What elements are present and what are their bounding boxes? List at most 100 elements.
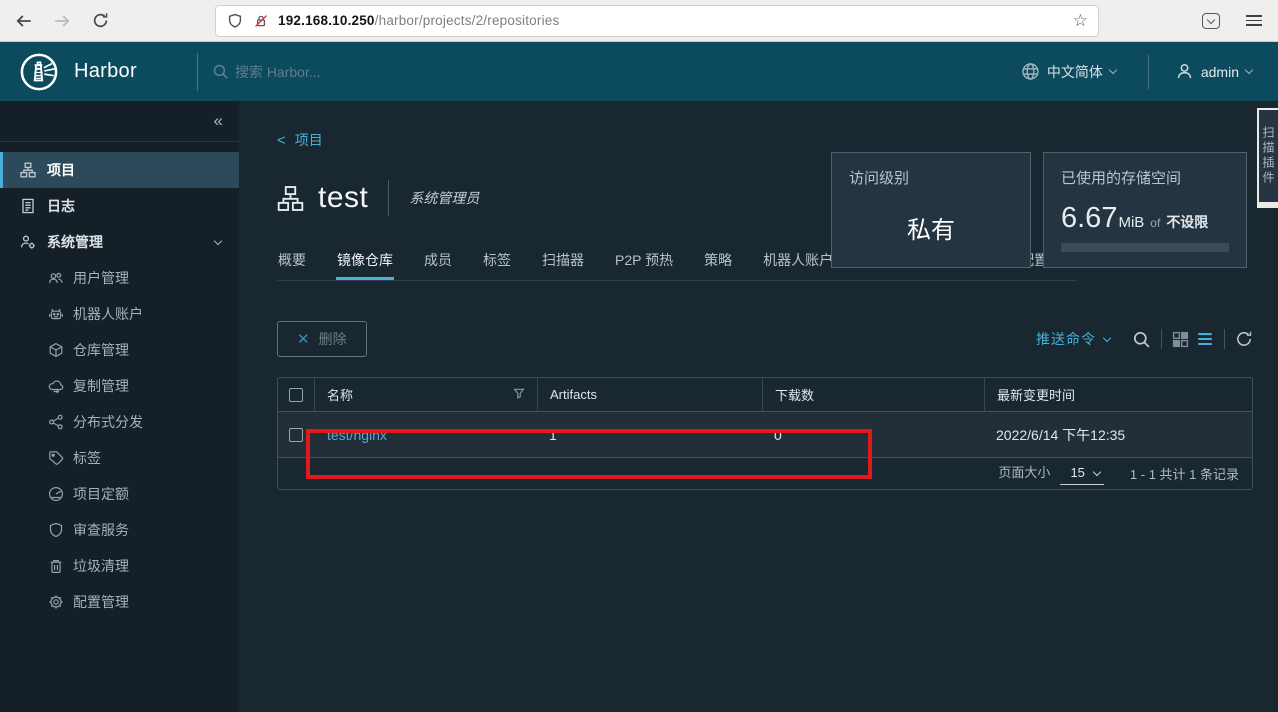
toolbar-divider [1161, 329, 1162, 349]
logs-icon [20, 198, 36, 214]
tab-repositories[interactable]: 镜像仓库 [336, 250, 394, 280]
refresh-icon[interactable] [1235, 330, 1253, 348]
browser-reload-icon[interactable] [90, 11, 110, 31]
sidebar-item-replications[interactable]: 复制管理 [0, 368, 239, 404]
tab-labels[interactable]: 标签 [482, 250, 512, 280]
browser-menu-icon[interactable] [1246, 15, 1262, 26]
sidebar-item-label: 机器人账户 [73, 304, 143, 324]
registry-cube-icon [48, 342, 64, 358]
sidebar-item-projects[interactable]: 项目 [0, 152, 239, 188]
sidebar-item-garbage-collection[interactable]: 垃圾清理 [0, 548, 239, 584]
breadcrumb-link-projects[interactable]: 项目 [295, 130, 323, 150]
table-footer: 页面大小 15 1 - 1 共计 1 条记录 [278, 458, 1252, 489]
browser-address-bar[interactable]: 192.168.10.250/harbor/projects/2/reposit… [215, 5, 1099, 37]
push-command-dropdown[interactable]: 推送命令 [1036, 329, 1110, 349]
tracking-protection-shield-icon[interactable] [226, 12, 244, 30]
updated-time: 2022/6/14 下午12:35 [996, 427, 1125, 443]
tab-policy[interactable]: 策略 [703, 250, 733, 280]
sidebar-item-label: 配置管理 [73, 592, 129, 612]
browser-forward-icon[interactable] [52, 11, 72, 31]
user-menu[interactable]: admin [1175, 62, 1252, 81]
card-view-icon[interactable] [1172, 331, 1189, 348]
sidebar-item-users[interactable]: 用户管理 [0, 260, 239, 296]
replication-cloud-icon [48, 378, 64, 394]
table-header-row: 名称 Artifacts 下载数 最新变更时间 [278, 378, 1252, 412]
sidebar-item-registries[interactable]: 仓库管理 [0, 332, 239, 368]
sidebar-item-label: 项目 [47, 160, 75, 180]
tab-summary[interactable]: 概要 [277, 250, 307, 280]
column-header-name[interactable]: 名称 [327, 385, 353, 404]
filter-funnel-icon[interactable] [513, 387, 525, 402]
title-divider [388, 180, 389, 216]
sidebar-item-robot-accounts[interactable]: 机器人账户 [0, 296, 239, 332]
search-icon [212, 63, 229, 80]
robot-icon [48, 306, 64, 322]
main-content: < 项目 test 系统管理员 访问级别 私有 已使用的存储空间 6.67 Mi… [239, 101, 1278, 712]
tab-p2p-preheat[interactable]: P2P 预热 [614, 250, 674, 280]
page-size-value: 15 [1070, 465, 1084, 480]
repositories-table: 名称 Artifacts 下载数 最新变更时间 test/nginx 1 0 2… [277, 377, 1253, 490]
access-level-value: 私有 [849, 210, 1013, 245]
breadcrumb[interactable]: < 项目 [277, 130, 323, 150]
select-all-checkbox[interactable] [289, 388, 303, 402]
extension-edge-tab[interactable]: 扫描插件 [1257, 108, 1278, 208]
user-icon [1175, 62, 1194, 81]
bookmark-star-icon[interactable]: ☆ [1073, 12, 1088, 29]
storage-card: 已使用的存储空间 6.67 MiB of 不设限 [1043, 152, 1247, 268]
sidebar-item-label: 仓库管理 [73, 340, 129, 360]
header-divider [197, 53, 198, 91]
delete-button-label: 删除 [319, 329, 347, 349]
url-text: 192.168.10.250/harbor/projects/2/reposit… [278, 13, 559, 28]
sidebar-item-distributions[interactable]: 分布式分发 [0, 404, 239, 440]
harbor-brand[interactable]: Harbor [20, 53, 137, 91]
row-checkbox[interactable] [289, 428, 303, 442]
tab-robot-accounts[interactable]: 机器人账户 [762, 250, 834, 280]
filter-search-icon[interactable] [1132, 330, 1151, 349]
language-label: 中文简体 [1047, 62, 1103, 82]
pocket-icon[interactable] [1202, 13, 1220, 29]
chevron-down-icon [1245, 66, 1253, 74]
page-title: test [318, 181, 368, 215]
gear-icon [48, 594, 64, 610]
header-divider [1148, 55, 1149, 89]
breadcrumb-back-arrow: < [277, 132, 286, 149]
browser-toolbar: 192.168.10.250/harbor/projects/2/reposit… [0, 0, 1278, 42]
table-row[interactable]: test/nginx 1 0 2022/6/14 下午12:35 [278, 412, 1252, 458]
admin-user-gear-icon [20, 234, 36, 250]
sidebar-item-project-quotas[interactable]: 项目定额 [0, 476, 239, 512]
sidebar-collapse-icon[interactable]: « [214, 111, 223, 131]
sidebar-item-configuration[interactable]: 配置管理 [0, 584, 239, 620]
storage-unit: MiB [1118, 214, 1144, 231]
repository-link[interactable]: test/nginx [327, 427, 387, 443]
column-header-updated[interactable]: 最新变更时间 [997, 385, 1075, 404]
search-placeholder: 搜索 Harbor... [235, 62, 321, 82]
delete-button[interactable]: ✕ 删除 [277, 321, 367, 357]
sidebar-item-interrogation-services[interactable]: 审查服务 [0, 512, 239, 548]
close-x-icon: ✕ [297, 330, 310, 348]
tab-members[interactable]: 成员 [423, 250, 453, 280]
trash-icon [48, 558, 64, 574]
list-view-icon[interactable] [1196, 330, 1214, 348]
sidebar-item-administration[interactable]: 系统管理 [0, 224, 239, 260]
insecure-lock-icon[interactable] [252, 12, 270, 30]
chevron-down-icon [1093, 467, 1101, 475]
tab-scanner[interactable]: 扫描器 [541, 250, 585, 280]
toolbar-divider [1224, 329, 1225, 349]
sidebar-item-logs[interactable]: 日志 [0, 188, 239, 224]
access-level-label: 访问级别 [849, 167, 1013, 188]
language-selector[interactable]: 中文简体 [1021, 62, 1116, 82]
sidebar-item-labels[interactable]: 标签 [0, 440, 239, 476]
page-size-select[interactable]: 15 [1060, 465, 1103, 485]
browser-back-icon[interactable] [14, 11, 34, 31]
globe-icon [1021, 62, 1040, 81]
distribution-share-icon [48, 414, 64, 430]
label-tag-icon [48, 450, 64, 466]
storage-of: of [1150, 216, 1160, 230]
users-icon [48, 270, 64, 286]
sidebar-item-label: 用户管理 [73, 268, 129, 288]
url-path: /harbor/projects/2/repositories [375, 13, 560, 28]
global-search[interactable]: 搜索 Harbor... [212, 62, 321, 82]
url-host: 192.168.10.250 [278, 13, 375, 28]
column-header-artifacts[interactable]: Artifacts [550, 387, 597, 402]
column-header-pulls[interactable]: 下载数 [775, 385, 814, 404]
